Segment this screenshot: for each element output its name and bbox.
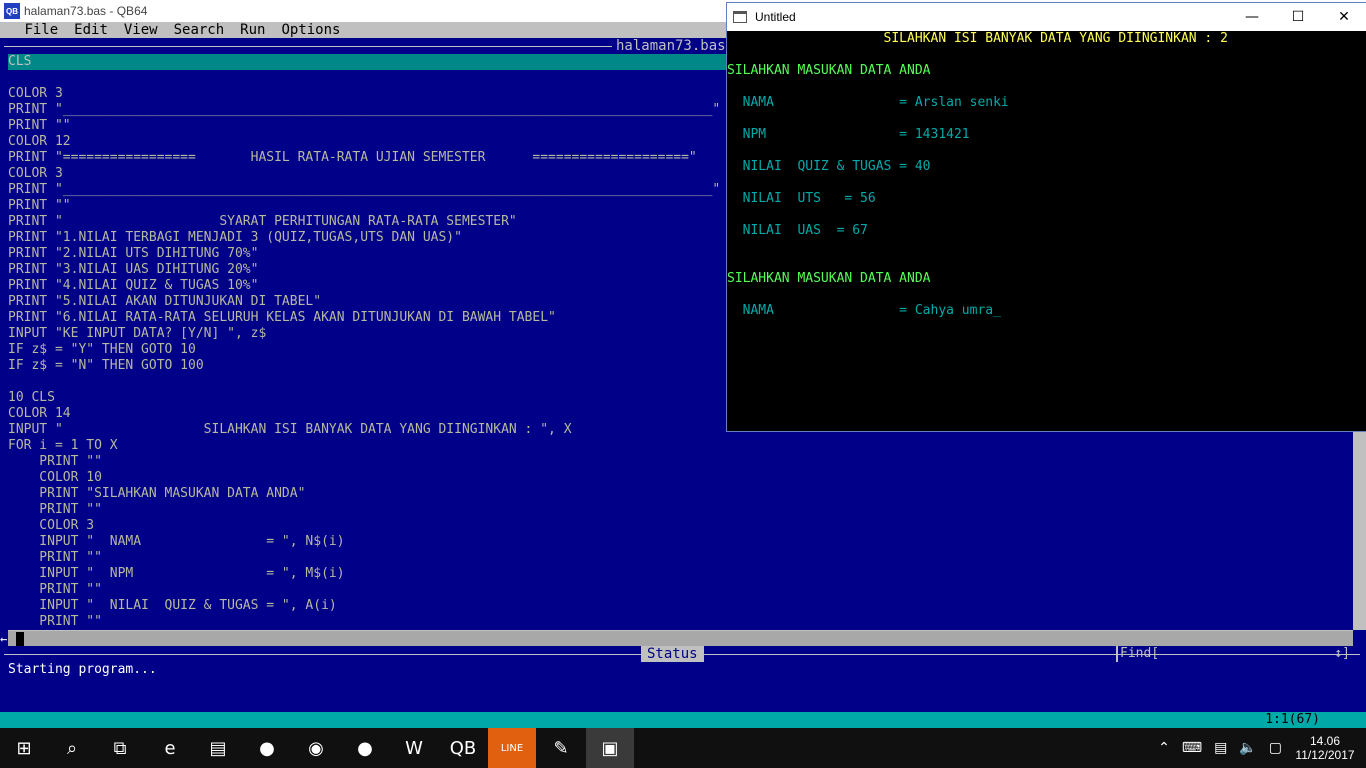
status-pane-title: Status xyxy=(641,646,704,662)
output-line: NILAI QUIZ & TUGAS = 40 xyxy=(727,159,931,174)
minimize-icon[interactable]: — xyxy=(1229,3,1275,31)
menu-view[interactable]: View xyxy=(124,22,158,38)
clock-time: 14.06 xyxy=(1309,734,1341,748)
output-line: NAMA = Cahya umra_ xyxy=(727,303,1001,318)
taskbar: ⊞ ⌕ ⧉ e ▤ ● ◉ ● W QB LINE ✎ ▣ ⌃ ⌨ ▤ 🔈 ▢ 14.06 11/12/… xyxy=(0,728,1366,768)
window-icon xyxy=(733,11,747,23)
ide-statusbar: 1:1(67) xyxy=(0,712,1366,728)
program-output-window[interactable]: Untitled — ☐ ✕ SILAHKAN ISI BANYAK DATA … xyxy=(726,2,1366,432)
code-line[interactable]: PRINT "SILAHKAN MASUKAN DATA ANDA" xyxy=(8,486,1353,502)
chevron-up-icon[interactable]: ⌃ xyxy=(1158,740,1170,756)
menu-options[interactable]: Options xyxy=(281,22,340,38)
code-line[interactable]: INPUT " NPM = ", M$(i) xyxy=(8,566,1353,582)
menu-file[interactable]: File xyxy=(24,22,58,38)
output-line: SILAHKAN ISI BANYAK DATA YANG DIINGINKAN… xyxy=(727,31,1228,46)
close-icon[interactable]: ✕ xyxy=(1321,3,1366,31)
code-line[interactable]: INPUT " NAMA = ", N$(i) xyxy=(8,534,1353,550)
scroll-thumb[interactable] xyxy=(16,632,24,646)
search-icon[interactable]: ⌕ xyxy=(48,728,96,768)
internet-explorer-icon[interactable]: e xyxy=(146,728,194,768)
chrome-icon[interactable]: ◉ xyxy=(292,728,340,768)
find-label: Find[ xyxy=(1120,646,1160,661)
output-console[interactable]: SILAHKAN ISI BANYAK DATA YANG DIINGINKAN… xyxy=(727,31,1366,431)
file-tab-title: halaman73.bas* xyxy=(612,38,739,54)
clock[interactable]: 14.06 11/12/2017 xyxy=(1294,734,1356,762)
word-icon[interactable]: W xyxy=(390,728,438,768)
output-line: NILAI UAS = 67 xyxy=(727,223,868,238)
output-line: NILAI UTS = 56 xyxy=(727,191,876,206)
line-icon[interactable]: LINE xyxy=(488,728,536,768)
task-view-icon[interactable]: ⧉ xyxy=(96,728,144,768)
scroll-left-arrow-icon[interactable]: ← xyxy=(0,631,8,647)
code-line[interactable]: PRINT "" xyxy=(8,502,1353,518)
code-line[interactable]: PRINT "" xyxy=(8,582,1353,598)
find-end[interactable]: ↕] xyxy=(1334,646,1350,662)
code-line[interactable]: PRINT "" xyxy=(8,454,1353,470)
menu-run[interactable]: Run xyxy=(240,22,265,38)
horizontal-scrollbar[interactable]: ← xyxy=(0,630,1353,647)
start-button[interactable]: ⊞ xyxy=(0,728,48,768)
menu-search[interactable]: Search xyxy=(174,22,225,38)
system-tray: ⌃ ⌨ ▤ 🔈 ▢ 14.06 11/12/2017 xyxy=(1152,728,1366,768)
maximize-icon[interactable]: ☐ xyxy=(1275,3,1321,31)
output-line: NPM = 1431421 xyxy=(727,127,970,142)
clock-date: 11/12/2017 xyxy=(1295,748,1355,762)
menu-edit[interactable]: Edit xyxy=(74,22,108,38)
output-line: NAMA = Arslan senki xyxy=(727,95,1009,110)
find-field[interactable]: Find[ ↕] xyxy=(1116,646,1354,662)
firefox-icon[interactable]: ● xyxy=(243,728,291,768)
network-icon[interactable]: ▤ xyxy=(1214,740,1227,756)
qb64-app-icon: QB xyxy=(4,3,20,19)
code-line[interactable]: FOR i = 1 TO X xyxy=(8,438,1353,454)
output-window-titlebar[interactable]: Untitled — ☐ ✕ xyxy=(727,3,1366,31)
console-window-icon[interactable]: ▣ xyxy=(586,728,634,768)
qb64-icon[interactable]: QB xyxy=(439,728,487,768)
qb64-window-title: halaman73.bas - QB64 xyxy=(24,4,148,18)
code-line[interactable]: PRINT "" xyxy=(8,614,1353,630)
file-explorer-icon[interactable]: ▤ xyxy=(194,728,242,768)
output-line: SILAHKAN MASUKAN DATA ANDA xyxy=(727,63,931,78)
output-window-title: Untitled xyxy=(755,10,796,24)
paint-icon[interactable]: ✎ xyxy=(537,728,585,768)
code-line[interactable]: PRINT "" xyxy=(8,550,1353,566)
volume-icon[interactable]: 🔈 xyxy=(1239,740,1256,756)
code-line[interactable]: INPUT " NILAI QUIZ & TUGAS = ", A(i) xyxy=(8,598,1353,614)
cursor-position: 1:1(67) xyxy=(1265,712,1320,727)
code-line[interactable]: COLOR 3 xyxy=(8,518,1353,534)
firefox-2-icon[interactable]: ● xyxy=(341,728,389,768)
keyboard-icon[interactable]: ⌨ xyxy=(1182,740,1202,756)
notification-icon[interactable]: ▢ xyxy=(1269,740,1282,756)
code-line[interactable]: COLOR 10 xyxy=(8,470,1353,486)
status-message: Starting program... xyxy=(8,662,157,677)
output-line: SILAHKAN MASUKAN DATA ANDA xyxy=(727,271,931,286)
